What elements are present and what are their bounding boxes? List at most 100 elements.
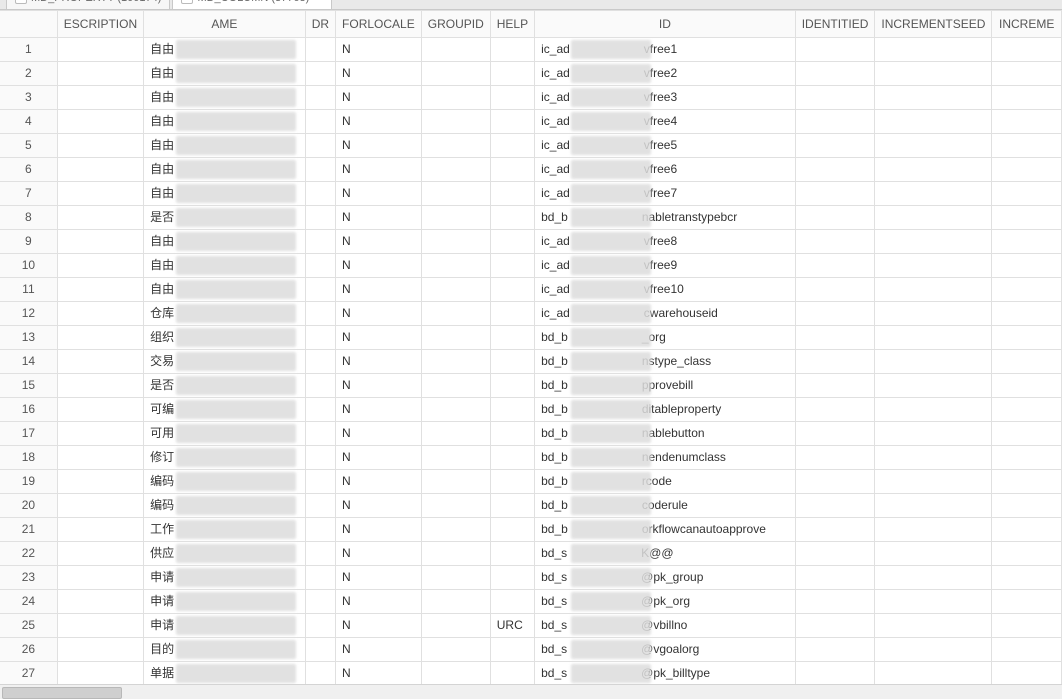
- cell-help[interactable]: [491, 494, 535, 518]
- cell-groupid[interactable]: [422, 518, 491, 542]
- cell-dr[interactable]: [306, 374, 336, 398]
- cell-incrementseed[interactable]: [875, 446, 992, 470]
- cell-identitied[interactable]: [796, 590, 876, 614]
- cell-id[interactable]: bd_s@pk_billtype: [535, 662, 796, 684]
- cell-forlocale[interactable]: N: [336, 542, 422, 566]
- cell-identitied[interactable]: [796, 494, 876, 518]
- row-number-cell[interactable]: 14: [0, 350, 58, 374]
- cell-groupid[interactable]: [422, 182, 491, 206]
- cell-incrementseed[interactable]: [875, 590, 992, 614]
- cell-increme[interactable]: [992, 230, 1062, 254]
- cell-forlocale[interactable]: N: [336, 374, 422, 398]
- cell-dr[interactable]: [306, 134, 336, 158]
- row-number-cell[interactable]: 16: [0, 398, 58, 422]
- scrollbar-thumb[interactable]: [2, 687, 122, 699]
- cell-identitied[interactable]: [796, 398, 876, 422]
- cell-incrementseed[interactable]: [875, 278, 992, 302]
- cell-groupid[interactable]: [422, 542, 491, 566]
- cell-forlocale[interactable]: N: [336, 326, 422, 350]
- cell-forlocale[interactable]: N: [336, 110, 422, 134]
- cell-help[interactable]: [491, 662, 535, 684]
- cell-description[interactable]: [58, 614, 144, 638]
- cell-groupid[interactable]: [422, 494, 491, 518]
- cell-forlocale[interactable]: N: [336, 494, 422, 518]
- cell-identitied[interactable]: [796, 182, 876, 206]
- cell-forlocale[interactable]: N: [336, 254, 422, 278]
- cell-incrementseed[interactable]: [875, 206, 992, 230]
- cell-identitied[interactable]: [796, 254, 876, 278]
- cell-dr[interactable]: [306, 422, 336, 446]
- cell-id[interactable]: ic_advfree6: [535, 158, 796, 182]
- table-row[interactable]: 8是否Nbd_bnabletranstypebcr: [0, 206, 1062, 230]
- row-number-cell[interactable]: 22: [0, 542, 58, 566]
- cell-name[interactable]: 是否: [144, 374, 306, 398]
- cell-description[interactable]: [58, 518, 144, 542]
- cell-description[interactable]: [58, 230, 144, 254]
- cell-dr[interactable]: [306, 254, 336, 278]
- cell-help[interactable]: [491, 350, 535, 374]
- cell-description[interactable]: [58, 350, 144, 374]
- data-grid-viewport[interactable]: ESCRIPTION AME DR FORLOCALE GROUPID HELP…: [0, 10, 1062, 684]
- cell-forlocale[interactable]: N: [336, 206, 422, 230]
- cell-increme[interactable]: [992, 422, 1062, 446]
- cell-help[interactable]: [491, 38, 535, 62]
- table-row[interactable]: 6自由Nic_advfree6: [0, 158, 1062, 182]
- cell-dr[interactable]: [306, 62, 336, 86]
- cell-id[interactable]: bd_s@vbillno: [535, 614, 796, 638]
- row-number-cell[interactable]: 20: [0, 494, 58, 518]
- row-number-cell[interactable]: 6: [0, 158, 58, 182]
- cell-id[interactable]: bd_bnabletranstypebcr: [535, 206, 796, 230]
- cell-description[interactable]: [58, 254, 144, 278]
- cell-description[interactable]: [58, 446, 144, 470]
- cell-dr[interactable]: [306, 350, 336, 374]
- cell-dr[interactable]: [306, 638, 336, 662]
- cell-groupid[interactable]: [422, 206, 491, 230]
- cell-groupid[interactable]: [422, 302, 491, 326]
- table-row[interactable]: 22供应Nbd_sK@@: [0, 542, 1062, 566]
- cell-name[interactable]: 目的: [144, 638, 306, 662]
- cell-forlocale[interactable]: N: [336, 446, 422, 470]
- row-number-cell[interactable]: 7: [0, 182, 58, 206]
- cell-dr[interactable]: [306, 206, 336, 230]
- cell-forlocale[interactable]: N: [336, 38, 422, 62]
- cell-name[interactable]: 自由: [144, 62, 306, 86]
- cell-incrementseed[interactable]: [875, 662, 992, 684]
- cell-dr[interactable]: [306, 326, 336, 350]
- cell-groupid[interactable]: [422, 566, 491, 590]
- cell-name[interactable]: 仓库: [144, 302, 306, 326]
- cell-increme[interactable]: [992, 110, 1062, 134]
- cell-help[interactable]: [491, 302, 535, 326]
- cell-identitied[interactable]: [796, 206, 876, 230]
- cell-dr[interactable]: [306, 518, 336, 542]
- cell-identitied[interactable]: [796, 350, 876, 374]
- cell-dr[interactable]: [306, 542, 336, 566]
- cell-forlocale[interactable]: N: [336, 62, 422, 86]
- cell-help[interactable]: [491, 398, 535, 422]
- cell-incrementseed[interactable]: [875, 38, 992, 62]
- cell-help[interactable]: [491, 518, 535, 542]
- row-number-header[interactable]: [0, 10, 58, 38]
- cell-description[interactable]: [58, 62, 144, 86]
- column-header[interactable]: GROUPID: [422, 10, 491, 38]
- row-number-cell[interactable]: 1: [0, 38, 58, 62]
- table-row[interactable]: 11自由Nic_advfree10: [0, 278, 1062, 302]
- cell-help[interactable]: [491, 230, 535, 254]
- cell-description[interactable]: [58, 302, 144, 326]
- cell-name[interactable]: 自由: [144, 86, 306, 110]
- cell-help[interactable]: [491, 566, 535, 590]
- cell-id[interactable]: bd_s@pk_org: [535, 590, 796, 614]
- cell-forlocale[interactable]: N: [336, 86, 422, 110]
- cell-dr[interactable]: [306, 110, 336, 134]
- cell-help[interactable]: [491, 206, 535, 230]
- cell-description[interactable]: [58, 542, 144, 566]
- cell-forlocale[interactable]: N: [336, 614, 422, 638]
- row-number-cell[interactable]: 11: [0, 278, 58, 302]
- cell-increme[interactable]: [992, 350, 1062, 374]
- cell-identitied[interactable]: [796, 638, 876, 662]
- cell-incrementseed[interactable]: [875, 518, 992, 542]
- cell-groupid[interactable]: [422, 350, 491, 374]
- cell-name[interactable]: 修订: [144, 446, 306, 470]
- table-row[interactable]: 2自由Nic_advfree2: [0, 62, 1062, 86]
- row-number-cell[interactable]: 21: [0, 518, 58, 542]
- cell-name[interactable]: 自由: [144, 182, 306, 206]
